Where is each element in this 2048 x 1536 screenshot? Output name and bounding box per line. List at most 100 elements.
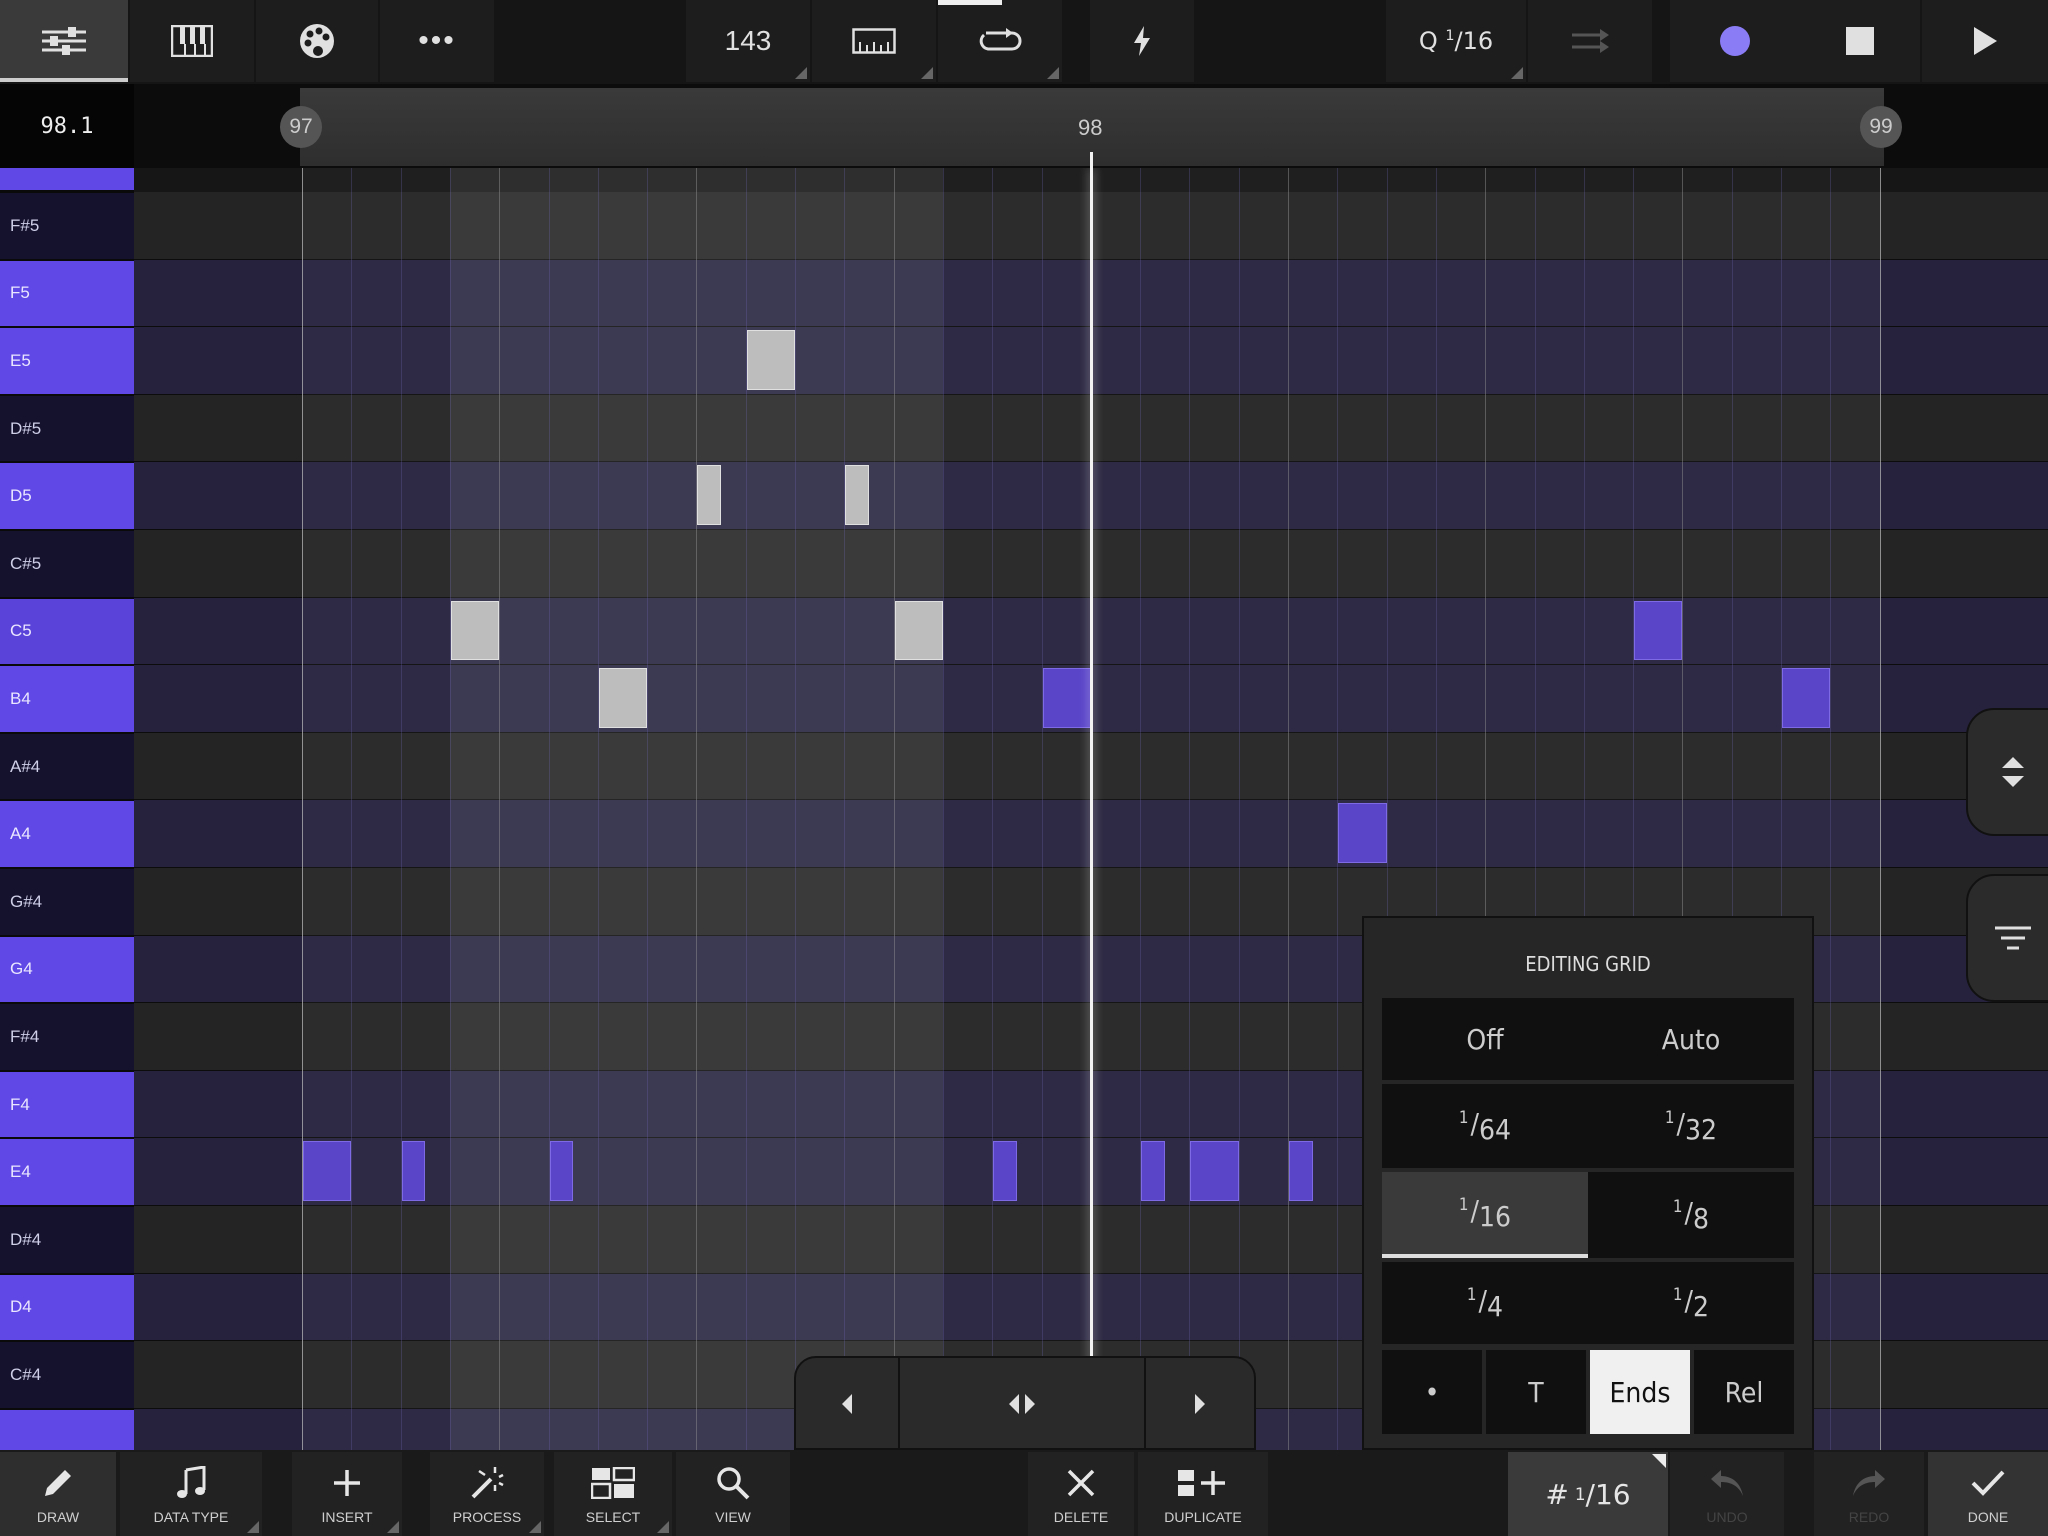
piano-key[interactable]: F#5 xyxy=(0,193,134,259)
mixer-sliders-button[interactable] xyxy=(0,0,128,82)
duplicate-button[interactable]: DUPLICATE xyxy=(1138,1452,1268,1536)
piano-key[interactable]: C4 xyxy=(0,1409,134,1450)
piano-key[interactable]: F#4 xyxy=(0,1004,134,1070)
grid-option-1-32[interactable]: 1/32 xyxy=(1588,1084,1794,1168)
done-button[interactable]: DONE xyxy=(1928,1452,2048,1536)
scroll-left-button[interactable] xyxy=(796,1358,898,1450)
lightning-button[interactable] xyxy=(1090,0,1194,82)
grid-line xyxy=(844,168,846,1450)
piano-key[interactable]: D#5 xyxy=(0,395,134,462)
piano-key[interactable]: A4 xyxy=(0,801,134,867)
process-button[interactable]: PROCESS xyxy=(430,1452,544,1536)
midi-note[interactable] xyxy=(894,600,943,661)
piano-key[interactable]: C#5 xyxy=(0,531,134,597)
piano-key[interactable]: F5 xyxy=(0,260,134,327)
bar-marker-99[interactable]: 99 xyxy=(1860,106,1902,148)
grid-mode-triplet[interactable]: T xyxy=(1486,1350,1586,1434)
routing-button[interactable] xyxy=(1528,0,1652,82)
piano-key[interactable] xyxy=(0,168,134,190)
palette-button[interactable] xyxy=(256,0,378,82)
midi-note[interactable] xyxy=(1634,600,1683,661)
midi-note[interactable] xyxy=(1338,803,1387,863)
piano-key[interactable]: C5 xyxy=(0,598,134,665)
fraction-denominator: 4 xyxy=(1487,1289,1504,1323)
midi-note[interactable] xyxy=(598,668,648,728)
piano-key[interactable]: D5 xyxy=(0,463,134,529)
grid-line xyxy=(795,168,796,1450)
delete-button[interactable]: DELETE xyxy=(1028,1452,1134,1536)
draw-button[interactable]: DRAW xyxy=(0,1452,116,1536)
piano-key[interactable]: A#4 xyxy=(0,733,134,800)
view-button[interactable]: VIEW xyxy=(676,1452,790,1536)
play-button[interactable] xyxy=(1922,0,2048,82)
grid-option-1-16[interactable]: 1/16 xyxy=(1382,1172,1588,1258)
more-button[interactable]: ••• xyxy=(380,0,494,82)
grid-mode-dot[interactable]: • xyxy=(1382,1350,1482,1434)
keyboard-button[interactable] xyxy=(130,0,254,82)
bar-marker-97[interactable]: 97 xyxy=(280,106,322,148)
tempo-button[interactable]: 143 xyxy=(686,0,810,82)
piano-key[interactable]: E5 xyxy=(0,328,134,394)
loop-button[interactable] xyxy=(938,0,1062,82)
midi-note[interactable] xyxy=(1782,668,1831,728)
midi-note[interactable] xyxy=(549,1141,574,1201)
grid-auto-option[interactable]: Auto xyxy=(1588,998,1794,1080)
midi-note[interactable] xyxy=(993,1141,1017,1201)
redo-label: REDO xyxy=(1848,1509,1890,1525)
stop-button[interactable] xyxy=(1800,0,1920,82)
scroll-right-button[interactable] xyxy=(1146,1358,1254,1450)
piano-key[interactable]: D#4 xyxy=(0,1207,134,1273)
midi-note[interactable] xyxy=(303,1141,352,1201)
piano-keyboard[interactable]: F#5 F5 E5 D#5 D5 C#5 C5 B4 A#4 A4 G#4 G4 F#4 F4 E4 D#4 D… xyxy=(0,168,134,1450)
piano-key[interactable]: E4 xyxy=(0,1139,134,1205)
insert-button[interactable]: INSERT xyxy=(292,1452,402,1536)
quantize-button[interactable]: Q 1/16 xyxy=(1386,0,1526,82)
metronome-ruler-button[interactable] xyxy=(812,0,936,82)
record-button[interactable] xyxy=(1670,0,1800,82)
grid-line xyxy=(1140,168,1142,1450)
select-button[interactable]: SELECT xyxy=(554,1452,672,1536)
filter-button[interactable] xyxy=(1966,874,2048,1002)
grid-mode-ends[interactable]: Ends xyxy=(1590,1350,1690,1434)
midi-note[interactable] xyxy=(1190,1141,1239,1201)
grid-line xyxy=(1189,168,1191,1450)
midi-note[interactable] xyxy=(845,465,869,525)
redo-button[interactable]: REDO xyxy=(1814,1452,1924,1536)
piano-key[interactable]: D4 xyxy=(0,1274,134,1341)
data-type-button[interactable]: DATA TYPE xyxy=(120,1452,262,1536)
routing-arrows-icon xyxy=(1572,29,1609,53)
piano-key[interactable]: B4 xyxy=(0,666,134,732)
midi-note[interactable] xyxy=(1289,1141,1313,1201)
undo-button[interactable]: UNDO xyxy=(1670,1452,1784,1536)
grid-option-1-64[interactable]: 1/64 xyxy=(1382,1084,1588,1168)
scroll-center-button[interactable] xyxy=(900,1358,1144,1450)
grid-option-1-8[interactable]: 1/8 xyxy=(1588,1172,1794,1258)
plus-icon xyxy=(334,1470,360,1496)
grid-mode-relative[interactable]: Rel xyxy=(1694,1350,1794,1434)
piano-key[interactable]: G4 xyxy=(0,936,134,1003)
grid-line xyxy=(696,168,698,1450)
grid-option-1-4[interactable]: 1/4 xyxy=(1382,1262,1588,1344)
vertical-zoom-button[interactable] xyxy=(1966,708,2048,836)
grid-size-button[interactable]: # 1/16 xyxy=(1508,1452,1668,1536)
grid-line xyxy=(1288,168,1289,1450)
bar-marker-98: 98 xyxy=(1078,115,1103,140)
insert-label: INSERT xyxy=(321,1509,373,1525)
midi-note[interactable] xyxy=(1042,668,1091,728)
playhead[interactable] xyxy=(1089,168,1093,1450)
midi-note[interactable] xyxy=(401,1141,426,1201)
fraction-denominator: 2 xyxy=(1693,1289,1710,1323)
midi-note[interactable] xyxy=(450,600,500,661)
magic-wand-icon xyxy=(471,1467,504,1499)
piano-key[interactable]: C#4 xyxy=(0,1342,134,1408)
grid-option-1-2[interactable]: 1/2 xyxy=(1588,1262,1794,1344)
piano-key[interactable]: G#4 xyxy=(0,869,134,935)
piano-key[interactable]: F4 xyxy=(0,1071,134,1138)
grid-off-option[interactable]: Off xyxy=(1382,998,1588,1080)
midi-note[interactable] xyxy=(697,465,722,525)
active-tab-indicator xyxy=(0,78,128,82)
midi-note[interactable] xyxy=(1141,1141,1165,1201)
midi-note[interactable] xyxy=(746,330,795,390)
done-label: DONE xyxy=(1967,1509,2009,1525)
fraction-denominator: 64 xyxy=(1479,1112,1512,1146)
